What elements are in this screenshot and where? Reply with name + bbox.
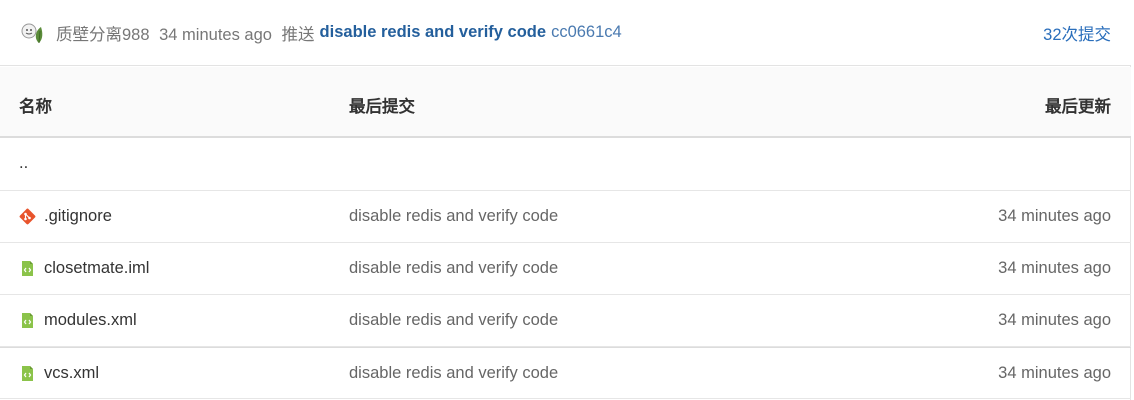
commit-count-link[interactable]: 32次提交 xyxy=(1043,21,1111,45)
file-name: vcs.xml xyxy=(44,364,99,382)
header-name: 名称 xyxy=(19,98,52,116)
row-time: 34 minutes ago xyxy=(998,311,1111,329)
table-row: vcs.xml disable redis and verify code 34… xyxy=(0,347,1131,399)
row-time: 34 minutes ago xyxy=(998,259,1111,277)
row-commit-message[interactable]: disable redis and verify code xyxy=(349,311,558,330)
repo-file-browser: 质壁分离988 34 minutes ago 推送 disable redis … xyxy=(0,0,1131,400)
commit-message-link[interactable]: disable redis and verify code xyxy=(320,23,547,42)
parent-dir-link[interactable]: .. xyxy=(19,154,28,173)
commit-hash-link[interactable]: cc0661c4 xyxy=(551,23,622,42)
file-link[interactable]: .gitignore xyxy=(19,207,112,226)
file-link[interactable]: vcs.xml xyxy=(19,364,99,383)
commit-action: 推送 xyxy=(281,25,315,44)
avatar[interactable] xyxy=(18,18,48,48)
table-header: 名称 最后提交 最后更新 xyxy=(0,67,1131,138)
parent-dir-row[interactable]: .. xyxy=(0,139,1131,191)
table-row: closetmate.iml disable redis and verify … xyxy=(0,243,1131,295)
file-name: .gitignore xyxy=(44,207,112,225)
file-name: modules.xml xyxy=(44,311,137,329)
git-icon xyxy=(19,208,36,225)
commit-time: 34 minutes ago xyxy=(159,25,272,44)
code-file-icon xyxy=(19,365,36,382)
file-name: closetmate.iml xyxy=(44,259,150,277)
row-commit-message[interactable]: disable redis and verify code xyxy=(349,364,558,383)
file-link[interactable]: closetmate.iml xyxy=(19,259,149,278)
row-commit-message[interactable]: disable redis and verify code xyxy=(349,259,558,278)
commit-meta: 质壁分离988 34 minutes ago 推送 xyxy=(56,21,320,45)
commit-author[interactable]: 质壁分离988 xyxy=(56,26,150,44)
row-commit-message[interactable]: disable redis and verify code xyxy=(349,207,558,226)
avatar-icon xyxy=(21,23,43,43)
code-file-icon xyxy=(19,312,36,329)
latest-commit-bar: 质壁分离988 34 minutes ago 推送 disable redis … xyxy=(0,0,1131,66)
row-time: 34 minutes ago xyxy=(998,364,1111,382)
header-last-updated: 最后更新 xyxy=(1045,98,1111,116)
code-file-icon xyxy=(19,260,36,277)
row-time: 34 minutes ago xyxy=(998,207,1111,225)
table-row: .gitignore disable redis and verify code… xyxy=(0,191,1131,243)
header-last-commit: 最后提交 xyxy=(349,98,415,116)
file-link[interactable]: modules.xml xyxy=(19,311,137,330)
table-row: modules.xml disable redis and verify cod… xyxy=(0,295,1131,347)
